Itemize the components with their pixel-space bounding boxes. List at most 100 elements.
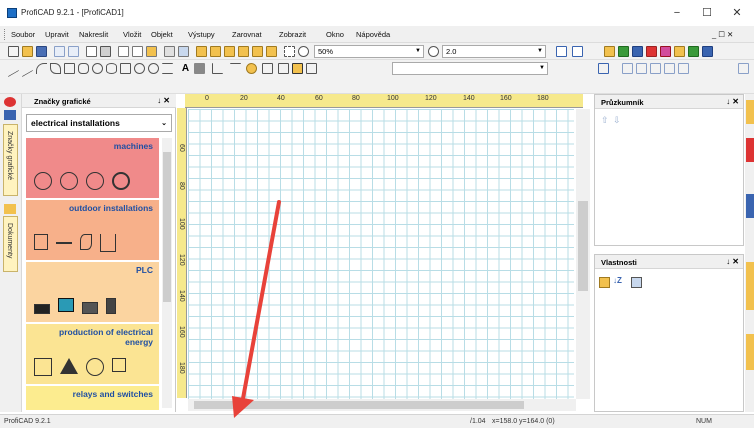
circle-tool-icon[interactable] bbox=[92, 63, 103, 74]
menu-napoveda[interactable]: Nápověda bbox=[356, 30, 390, 39]
hand-pan-icon[interactable] bbox=[306, 63, 317, 74]
menu-nakreslit[interactable]: Nakreslit bbox=[79, 30, 108, 39]
power-supply-symbol-icon[interactable] bbox=[106, 298, 116, 314]
new-file-icon[interactable] bbox=[8, 46, 19, 57]
tab-documents[interactable]: Dokumenty bbox=[3, 216, 18, 272]
category-relays-and-switches[interactable]: relays and switches bbox=[26, 386, 159, 410]
tab-symbols[interactable]: Značky grafické bbox=[3, 124, 18, 196]
mdi-controls[interactable]: _ ☐ ✕ bbox=[712, 30, 733, 39]
insulator-symbol-icon[interactable] bbox=[56, 242, 72, 244]
zoom-select[interactable]: 50% ▼ bbox=[314, 45, 424, 58]
grid-size-select[interactable]: 2.0 ▼ bbox=[442, 45, 546, 58]
print-icon[interactable] bbox=[100, 46, 111, 57]
align-left-icon[interactable] bbox=[622, 63, 633, 74]
zoom-window-icon[interactable] bbox=[196, 46, 207, 57]
folder-icon[interactable] bbox=[604, 46, 615, 57]
pin-close-controls[interactable]: ↓ ✕ bbox=[157, 96, 170, 105]
layer-icon[interactable] bbox=[598, 63, 609, 74]
right-tab-4[interactable] bbox=[746, 262, 754, 310]
triangle-symbol-icon[interactable] bbox=[60, 358, 78, 374]
category-outdoor-installations[interactable]: outdoor installations bbox=[26, 200, 159, 260]
layer-select[interactable]: ▼ bbox=[392, 62, 548, 75]
menu-upravit[interactable]: Upravit bbox=[45, 30, 69, 39]
category-production-of-electrical-energy[interactable]: production of electrical energy bbox=[26, 324, 159, 384]
canvas-horizontal-scrollbar[interactable] bbox=[188, 399, 576, 411]
symbols-scrollbar-thumb[interactable] bbox=[163, 152, 171, 302]
library-select[interactable]: electrical installations ⌄ bbox=[26, 114, 172, 132]
copy-icon[interactable] bbox=[132, 46, 143, 57]
zoom-in-icon[interactable] bbox=[298, 46, 309, 57]
zoom-width-icon[interactable] bbox=[238, 46, 249, 57]
bus-tool-icon[interactable] bbox=[262, 63, 273, 74]
canvas-hscroll-thumb[interactable] bbox=[194, 401, 524, 409]
align-center-icon[interactable] bbox=[636, 63, 647, 74]
category-plc[interactable]: PLC bbox=[26, 262, 159, 322]
outlet-symbol-icon[interactable] bbox=[34, 234, 48, 250]
pie-tool-icon[interactable] bbox=[148, 63, 159, 74]
help-icon[interactable] bbox=[702, 46, 713, 57]
categorized-icon[interactable] bbox=[599, 277, 610, 288]
arrow-up-icon[interactable]: ⇧ bbox=[601, 115, 609, 126]
right-tab-1[interactable] bbox=[746, 100, 754, 124]
bezier-tool-icon[interactable] bbox=[50, 63, 61, 74]
plc-module-symbol-icon[interactable] bbox=[34, 304, 50, 314]
property-pages-icon[interactable] bbox=[631, 277, 642, 288]
category-machines[interactable]: machines bbox=[26, 138, 159, 198]
heart-icon[interactable] bbox=[646, 46, 657, 57]
maximize-button[interactable]: ☐ bbox=[692, 4, 722, 22]
right-tab-3[interactable] bbox=[746, 194, 754, 218]
cable-tool-icon[interactable] bbox=[278, 63, 289, 74]
settings-icon[interactable] bbox=[660, 46, 671, 57]
battery-symbol-icon[interactable] bbox=[112, 358, 126, 372]
menu-objekt[interactable]: Objekt bbox=[151, 30, 173, 39]
menu-zarovnat[interactable]: Zarovnat bbox=[232, 30, 262, 39]
align-right-icon[interactable] bbox=[650, 63, 661, 74]
rounded-rect-tool-icon[interactable] bbox=[78, 63, 89, 74]
arc-tool-icon[interactable] bbox=[36, 63, 47, 74]
lamp-symbol-icon[interactable] bbox=[80, 234, 92, 250]
canvas-vertical-scrollbar[interactable] bbox=[576, 109, 590, 399]
zoom-next-icon[interactable] bbox=[266, 46, 277, 57]
rectangle-tool-icon[interactable] bbox=[64, 63, 75, 74]
junction-tool-icon[interactable] bbox=[230, 63, 241, 74]
zoom-fit-icon[interactable] bbox=[284, 46, 295, 57]
close-button[interactable]: ✕ bbox=[722, 4, 752, 22]
pin-close-controls[interactable]: ↓ ✕ bbox=[726, 257, 739, 266]
text-tool-icon[interactable]: A bbox=[180, 63, 191, 74]
menu-zobrazit[interactable]: Zobrazit bbox=[279, 30, 306, 39]
right-tab-2[interactable] bbox=[746, 138, 754, 162]
generator-symbol-icon[interactable] bbox=[60, 172, 78, 190]
table-tool-icon[interactable] bbox=[194, 63, 205, 74]
book-icon[interactable] bbox=[688, 46, 699, 57]
undo-icon[interactable] bbox=[54, 46, 65, 57]
canvas-vscroll-thumb[interactable] bbox=[578, 201, 588, 291]
pin-close-controls[interactable]: ↓ ✕ bbox=[726, 97, 739, 106]
drawing-canvas[interactable] bbox=[188, 109, 574, 399]
lines-tool-icon[interactable] bbox=[162, 63, 173, 74]
tree-icon[interactable] bbox=[618, 46, 629, 57]
polyline-tool-icon[interactable] bbox=[22, 59, 33, 78]
line-tool-icon[interactable] bbox=[8, 59, 19, 78]
symbols-scrollbar[interactable] bbox=[162, 138, 172, 408]
grid-toggle-icon[interactable] bbox=[556, 46, 567, 57]
solar-panel-symbol-icon[interactable] bbox=[34, 358, 52, 376]
node-tool-icon[interactable] bbox=[246, 63, 257, 74]
wind-turbine-symbol-icon[interactable] bbox=[86, 358, 104, 376]
zoom-out-icon[interactable] bbox=[428, 46, 439, 57]
ellipse-tool-icon[interactable] bbox=[106, 63, 117, 74]
motor-3ph-symbol-icon[interactable] bbox=[112, 172, 130, 190]
picture-icon[interactable] bbox=[164, 46, 175, 57]
polygon-tool-icon[interactable] bbox=[120, 63, 131, 74]
distribute-icon[interactable] bbox=[738, 63, 749, 74]
save-icon[interactable] bbox=[36, 46, 47, 57]
arc-circle-tool-icon[interactable] bbox=[134, 63, 145, 74]
print-preview-icon[interactable] bbox=[86, 46, 97, 57]
menu-soubor[interactable]: Soubor bbox=[11, 30, 35, 39]
pylon-symbol-icon[interactable] bbox=[100, 234, 116, 252]
sort-alpha-icon[interactable]: ↓Z bbox=[613, 276, 622, 285]
align-top-icon[interactable] bbox=[664, 63, 675, 74]
hmi-symbol-icon[interactable] bbox=[58, 298, 74, 312]
cut-icon[interactable] bbox=[118, 46, 129, 57]
wizard-icon[interactable] bbox=[674, 46, 685, 57]
select-arrow-icon[interactable] bbox=[292, 63, 303, 74]
